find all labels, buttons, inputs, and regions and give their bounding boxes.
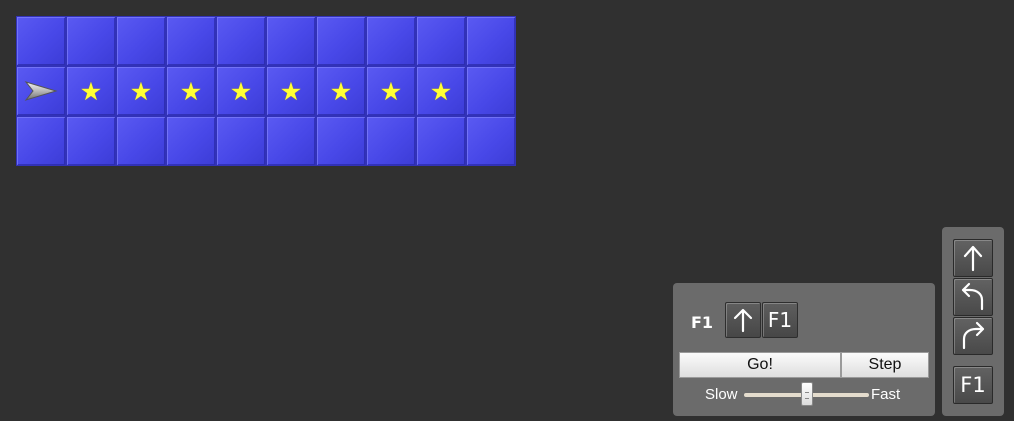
board-cell <box>366 116 416 166</box>
game-board: ★ ★ ★ ★ ★ ★ ★ ★ <box>16 16 516 166</box>
star-icon: ★ <box>429 76 453 106</box>
program-slot-1[interactable] <box>725 302 761 338</box>
board-cell <box>116 116 166 166</box>
speed-slow-label: Slow <box>705 386 738 403</box>
forward-command-button[interactable] <box>953 239 993 277</box>
board-cell <box>466 116 516 166</box>
call-f1-command-button[interactable]: F1 <box>953 366 993 404</box>
function-label: F1 <box>691 313 714 332</box>
board-cell <box>216 16 266 66</box>
board-cell: ★ <box>66 66 116 116</box>
board-cell: ★ <box>416 66 466 116</box>
board-cell: ★ <box>316 66 366 116</box>
board-cell <box>316 16 366 66</box>
board-cell: ★ <box>166 66 216 116</box>
board-cell <box>116 16 166 66</box>
program-slot-2[interactable]: F1 <box>762 302 798 338</box>
robot-arrow-icon <box>24 81 58 101</box>
up-arrow-icon <box>733 308 753 333</box>
board-cell <box>66 116 116 166</box>
board-cell <box>16 116 66 166</box>
board-cell <box>416 16 466 66</box>
turn-right-command-button[interactable] <box>953 317 993 355</box>
turn-right-icon <box>962 321 985 350</box>
call-f1-label: F1 <box>960 373 986 397</box>
board-cell: ★ <box>366 66 416 116</box>
board-cell: ★ <box>116 66 166 116</box>
star-icon: ★ <box>79 76 103 106</box>
turn-left-icon <box>961 282 984 311</box>
board-cell <box>466 16 516 66</box>
star-icon: ★ <box>129 76 153 106</box>
board-cell <box>366 16 416 66</box>
go-button[interactable]: Go! <box>679 352 841 378</box>
board-cell <box>16 66 66 116</box>
speed-slider-thumb[interactable] <box>800 382 813 406</box>
board-cell <box>316 116 366 166</box>
board-cell <box>66 16 116 66</box>
call-f1-label: F1 <box>767 308 793 332</box>
command-palette: F1 <box>942 227 1004 416</box>
speed-fast-label: Fast <box>871 386 901 403</box>
up-arrow-icon <box>963 245 983 272</box>
star-icon: ★ <box>229 76 253 106</box>
step-button[interactable]: Step <box>841 352 929 378</box>
board-cell <box>266 116 316 166</box>
star-icon: ★ <box>279 76 303 106</box>
board-cell: ★ <box>266 66 316 116</box>
board-cell: ★ <box>216 66 266 116</box>
board-cell <box>216 116 266 166</box>
board-cell <box>416 116 466 166</box>
program-panel: F1 F1 Go! Step Slow Fast <box>673 283 935 416</box>
board-cell <box>16 16 66 66</box>
star-icon: ★ <box>379 76 403 106</box>
board-cell <box>166 116 216 166</box>
board-cell <box>466 66 516 116</box>
star-icon: ★ <box>179 76 203 106</box>
star-icon: ★ <box>329 76 353 106</box>
turn-left-command-button[interactable] <box>953 278 993 316</box>
board-cell <box>266 16 316 66</box>
board-cell <box>166 16 216 66</box>
